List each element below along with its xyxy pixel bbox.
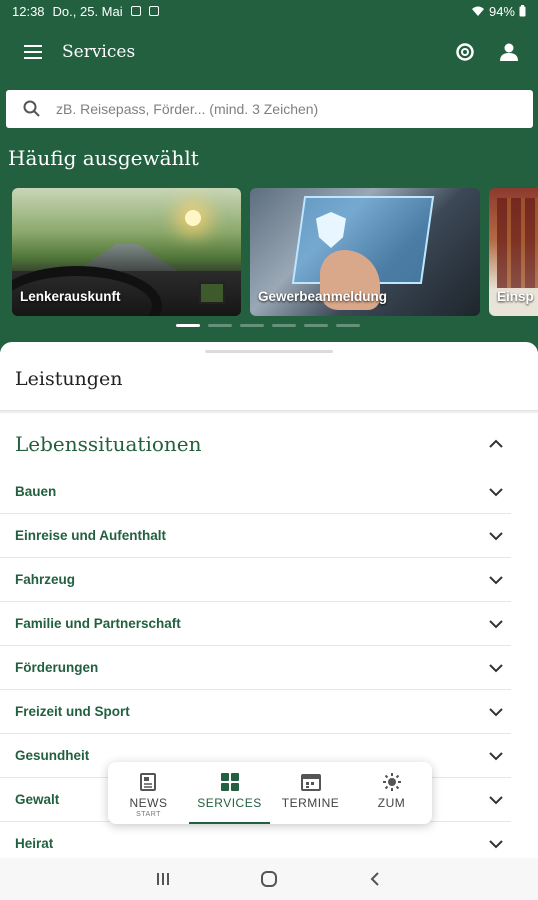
carousel-dot-3[interactable] — [240, 324, 264, 327]
books-image — [497, 198, 538, 288]
app-title: Services — [62, 42, 136, 62]
wifi-icon — [471, 6, 484, 16]
drag-handle[interactable] — [205, 350, 333, 353]
list-item-label: Fahrzeug — [15, 572, 76, 587]
list-item[interactable]: Heirat — [0, 822, 511, 858]
chevron-down-icon — [489, 487, 503, 496]
car-screen-image — [199, 282, 225, 304]
sun-image — [185, 210, 201, 226]
chevron-up-icon[interactable] — [488, 438, 504, 450]
section-title: Lebenssituationen — [15, 432, 202, 456]
battery-icon — [519, 5, 526, 17]
menu-button[interactable] — [18, 36, 50, 68]
app-notification-icon — [148, 6, 159, 16]
chevron-down-icon — [489, 575, 503, 584]
carousel-dot-1[interactable] — [176, 324, 200, 327]
list-item[interactable]: Förderungen — [0, 646, 511, 690]
chevron-down-icon — [489, 839, 503, 848]
app-bar: Services — [0, 22, 538, 82]
search-icon — [23, 100, 40, 117]
list-item[interactable]: Freizeit und Sport — [0, 690, 511, 734]
sun-icon — [382, 773, 401, 791]
status-bar: 12:38 Do., 25. Mai 94% — [0, 0, 538, 22]
card-label: Einsp — [497, 289, 534, 304]
home-button[interactable] — [254, 864, 284, 894]
carousel-dot-4[interactable] — [272, 324, 296, 327]
chevron-down-icon — [489, 663, 503, 672]
card-label: Lenkerauskunft — [20, 289, 121, 304]
list-item-label: Gewalt — [15, 792, 60, 807]
person-icon — [500, 43, 518, 61]
grid-icon — [220, 773, 239, 791]
list-item-label: Förderungen — [15, 660, 99, 675]
list-item-label: Bauen — [15, 484, 57, 499]
gallery-notification-icon — [130, 6, 141, 16]
nav-services[interactable]: SERVICES — [189, 762, 270, 824]
card-lenkerauskunft[interactable]: Lenkerauskunft — [12, 188, 241, 316]
chevron-down-icon — [489, 751, 503, 760]
card-gewerbeanmeldung[interactable]: Gewerbeanmeldung — [250, 188, 480, 316]
card-label: Gewerbeanmeldung — [258, 289, 388, 304]
chevron-down-icon — [489, 795, 503, 804]
system-navigation-bar — [0, 858, 538, 900]
nav-news[interactable]: NEWS START — [108, 762, 189, 824]
profile-button[interactable] — [494, 37, 524, 67]
status-date: Do., 25. Mai — [52, 3, 123, 19]
calendar-icon — [300, 774, 321, 791]
home-icon — [261, 871, 277, 887]
nav-label: NEWS — [129, 796, 168, 810]
lifebuoy-icon — [456, 43, 474, 61]
hamburger-menu-icon — [24, 45, 42, 59]
list-item[interactable]: Einreise und Aufenthalt — [0, 514, 511, 558]
nav-label: SERVICES — [197, 796, 262, 810]
chevron-down-icon — [489, 619, 503, 628]
search-input[interactable] — [56, 101, 506, 117]
carousel-dot-5[interactable] — [304, 324, 328, 327]
featured-heading: Häufig ausgewählt — [8, 146, 199, 170]
back-button[interactable] — [360, 864, 390, 894]
nav-sublabel: START — [136, 811, 161, 818]
card-einspruch[interactable]: Einsp — [489, 188, 538, 316]
battery-level: 94% — [488, 3, 515, 19]
nav-label: ZUM — [377, 796, 406, 810]
chevron-down-icon — [489, 531, 503, 540]
list-item-label: Heirat — [15, 836, 54, 851]
list-item-label: Einreise und Aufenthalt — [15, 528, 167, 543]
help-button[interactable] — [450, 37, 480, 67]
nav-zum[interactable]: ZUM — [351, 762, 432, 824]
divider — [0, 410, 538, 414]
status-time: 12:38 — [12, 3, 45, 19]
recent-apps-icon — [157, 873, 169, 885]
recent-apps-button[interactable] — [148, 864, 178, 894]
nav-termine[interactable]: TERMINE — [270, 762, 351, 824]
nav-label: TERMINE — [281, 796, 340, 810]
carousel-dot-2[interactable] — [208, 324, 232, 327]
newspaper-icon — [139, 773, 156, 791]
chevron-down-icon — [489, 707, 503, 716]
list-item-label: Freizeit und Sport — [15, 704, 130, 719]
list-item-label: Gesundheit — [15, 748, 90, 763]
featured-carousel[interactable]: Lenkerauskunft Gewerbeanmeldung Einsp — [12, 188, 538, 316]
sheet-title: Leistungen — [15, 368, 123, 390]
list-item[interactable]: Familie und Partnerschaft — [0, 602, 511, 646]
carousel-dot-6[interactable] — [336, 324, 360, 327]
list-item[interactable]: Bauen — [0, 470, 511, 514]
search-bar[interactable] — [6, 90, 533, 128]
list-item-label: Familie und Partnerschaft — [15, 616, 181, 631]
carousel-pagination — [176, 324, 360, 327]
hero-section: Häufig ausgewählt Lenkerauskunft Gewerbe… — [0, 82, 538, 352]
back-icon — [370, 872, 379, 886]
list-item[interactable]: Fahrzeug — [0, 558, 511, 602]
bottom-navigation: NEWS START SERVICES TERMINE ZUM — [108, 762, 432, 824]
